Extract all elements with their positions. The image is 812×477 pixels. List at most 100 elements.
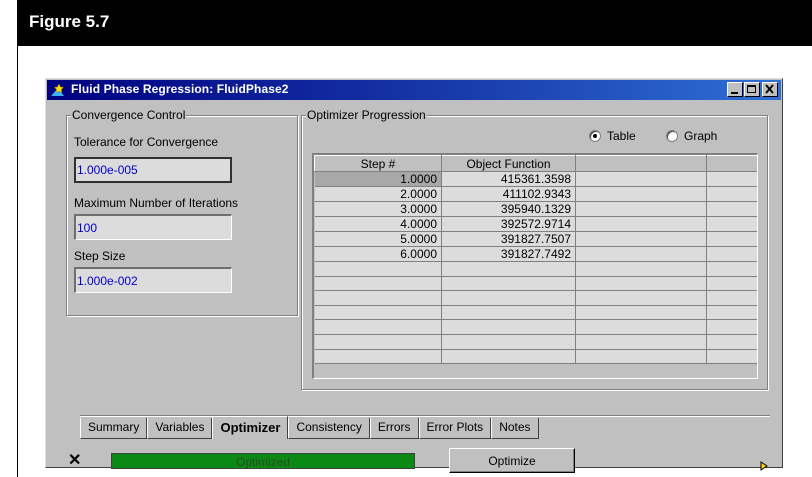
empty-cell[interactable]	[441, 290, 576, 306]
table-row[interactable]: 6.0000 391827.7492	[314, 246, 757, 262]
table-row[interactable]	[314, 334, 757, 350]
column-header-step[interactable]: Step #	[314, 155, 442, 172]
close-button[interactable]	[762, 82, 778, 97]
empty-cell[interactable]	[575, 186, 707, 202]
optimizer-table[interactable]: Step # Object Function 1.0000 415361.359…	[312, 153, 758, 379]
empty-cell[interactable]	[706, 290, 757, 306]
table-row[interactable]	[314, 276, 757, 292]
empty-cell[interactable]	[575, 334, 707, 350]
step-cell[interactable]: 2.0000	[314, 186, 442, 202]
empty-cell[interactable]	[314, 349, 442, 365]
empty-cell[interactable]	[575, 305, 707, 321]
column-header-3[interactable]	[575, 155, 707, 172]
graph-radio[interactable]: Graph	[666, 129, 717, 143]
tab-optimizer[interactable]: Optimizer	[212, 416, 289, 439]
empty-cell[interactable]	[314, 319, 442, 335]
step-cell[interactable]: 3.0000	[314, 201, 442, 217]
empty-cell[interactable]	[706, 334, 757, 350]
empty-cell[interactable]	[575, 171, 707, 187]
empty-cell[interactable]	[314, 276, 442, 292]
play-arrow-icon[interactable]	[760, 461, 768, 471]
tab-consistency[interactable]: Consistency	[288, 418, 370, 439]
empty-cell[interactable]	[575, 276, 707, 292]
optimization-progress-bar: Optimized	[111, 453, 415, 469]
step-cell[interactable]: 5.0000	[314, 231, 442, 247]
table-row[interactable]: 4.0000 392572.9714	[314, 216, 757, 232]
empty-cell[interactable]	[575, 246, 707, 262]
empty-cell[interactable]	[706, 201, 757, 217]
table-row[interactable]: 5.0000 391827.7507	[314, 231, 757, 247]
tab-variables[interactable]: Variables	[147, 418, 213, 439]
tab-notes[interactable]: Notes	[491, 418, 539, 439]
title-bar[interactable]: Fluid Phase Regression: FluidPhase2	[47, 80, 781, 100]
empty-cell[interactable]	[441, 305, 576, 321]
column-header-4[interactable]	[706, 155, 757, 172]
object-function-cell[interactable]: 392572.9714	[441, 216, 576, 232]
empty-cell[interactable]	[706, 216, 757, 232]
tolerance-field[interactable]	[74, 157, 232, 183]
empty-cell[interactable]	[706, 349, 757, 365]
tolerance-input[interactable]	[76, 159, 230, 181]
tab-error-plots[interactable]: Error Plots	[418, 418, 492, 439]
table-radio[interactable]: Table	[589, 129, 636, 143]
delete-icon[interactable]: ✕	[68, 450, 81, 470]
graph-radio-label: Graph	[684, 129, 718, 143]
graph-radio-dot	[666, 130, 678, 142]
step-cell[interactable]: 1.0000	[314, 171, 442, 187]
empty-cell[interactable]	[441, 334, 576, 350]
maximize-button[interactable]	[744, 82, 760, 97]
empty-cell[interactable]	[441, 319, 576, 335]
tab-summary[interactable]: Summary	[80, 418, 148, 439]
object-function-cell[interactable]: 395940.1329	[441, 201, 576, 217]
empty-cell[interactable]	[706, 319, 757, 335]
empty-cell[interactable]	[441, 261, 576, 277]
column-header-object-function[interactable]: Object Function	[441, 155, 576, 172]
object-function-cell[interactable]: 411102.9343	[441, 186, 576, 202]
minimize-button[interactable]	[727, 82, 743, 97]
empty-cell[interactable]	[441, 276, 576, 292]
object-function-cell[interactable]: 391827.7492	[441, 246, 576, 262]
table-row[interactable]	[314, 349, 757, 365]
step-size-field[interactable]	[74, 267, 232, 293]
object-function-cell[interactable]: 415361.3598	[441, 171, 576, 187]
empty-cell[interactable]	[575, 319, 707, 335]
empty-cell[interactable]	[706, 186, 757, 202]
table-row[interactable]: 1.0000 415361.3598	[314, 171, 757, 187]
empty-cell[interactable]	[575, 349, 707, 365]
empty-cell[interactable]	[575, 231, 707, 247]
step-cell[interactable]: 6.0000	[314, 246, 442, 262]
table-row[interactable]	[314, 305, 757, 321]
empty-cell[interactable]	[441, 349, 576, 365]
optimizer-progression-group: Optimizer Progression Table Graph Step #	[301, 108, 768, 390]
tab-errors[interactable]: Errors	[369, 418, 419, 439]
empty-cell[interactable]	[575, 290, 707, 306]
empty-cell[interactable]	[575, 261, 707, 277]
table-row[interactable]	[314, 319, 757, 335]
step-size-input[interactable]	[76, 269, 231, 292]
empty-cell[interactable]	[706, 305, 757, 321]
table-row[interactable]: 3.0000 395940.1329	[314, 201, 757, 217]
empty-cell[interactable]	[575, 201, 707, 217]
table-row[interactable]: 2.0000 411102.9343	[314, 186, 757, 202]
max-iterations-input[interactable]	[76, 216, 231, 239]
convergence-control-group: Convergence Control Tolerance for Conver…	[66, 108, 298, 316]
optimize-button[interactable]: Optimize	[449, 448, 575, 473]
empty-cell[interactable]	[706, 246, 757, 262]
empty-cell[interactable]	[706, 231, 757, 247]
empty-cell[interactable]	[314, 290, 442, 306]
empty-cell[interactable]	[706, 171, 757, 187]
regression-window: Fluid Phase Regression: FluidPhase2 Conv…	[45, 78, 783, 473]
empty-cell[interactable]	[706, 261, 757, 277]
empty-cell[interactable]	[314, 261, 442, 277]
empty-cell[interactable]	[314, 305, 442, 321]
empty-cell[interactable]	[706, 276, 757, 292]
max-iterations-field[interactable]	[74, 214, 232, 240]
object-function-cell[interactable]: 391827.7507	[441, 231, 576, 247]
tab-strip: Summary Variables Optimizer Consistency …	[80, 416, 539, 440]
empty-cell[interactable]	[314, 334, 442, 350]
step-cell[interactable]: 4.0000	[314, 216, 442, 232]
table-row[interactable]	[314, 261, 757, 277]
optimizer-group-label: Optimizer Progression	[306, 108, 427, 122]
empty-cell[interactable]	[575, 216, 707, 232]
table-row[interactable]	[314, 290, 757, 306]
